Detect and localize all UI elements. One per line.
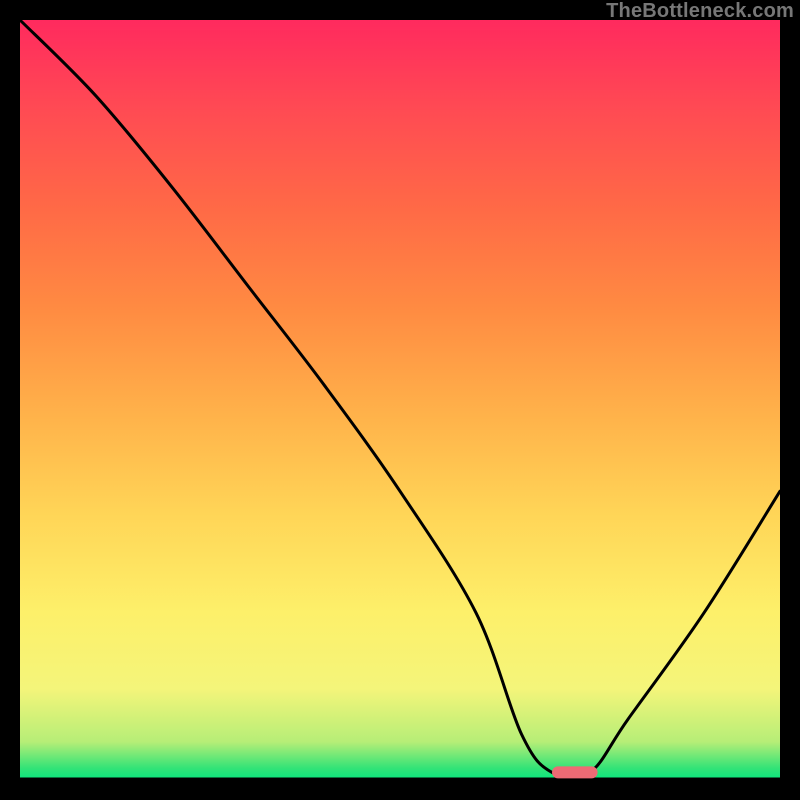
chart-frame: TheBottleneck.com (0, 0, 800, 800)
attribution-text: TheBottleneck.com (606, 0, 794, 23)
optimal-marker (552, 766, 598, 778)
bottleneck-curve (20, 20, 780, 778)
plot-area (20, 20, 780, 780)
chart-svg (20, 20, 780, 780)
